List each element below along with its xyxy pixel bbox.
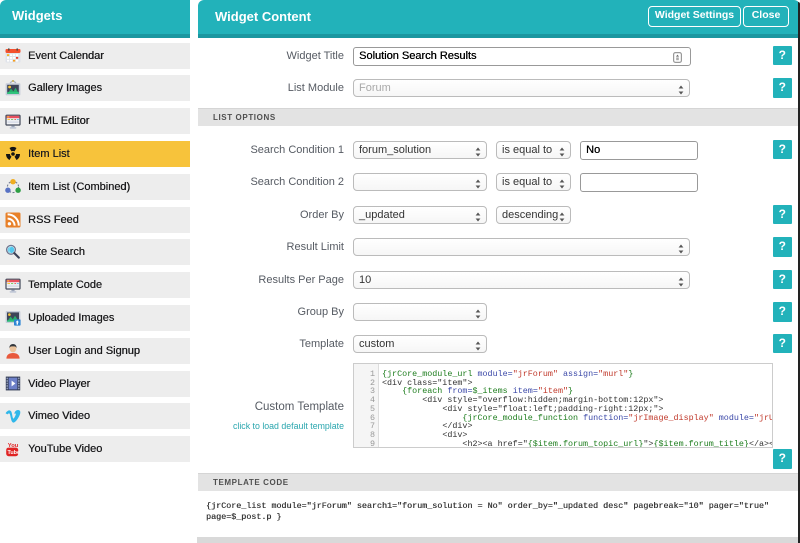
svg-text:Tube: Tube xyxy=(8,450,20,456)
